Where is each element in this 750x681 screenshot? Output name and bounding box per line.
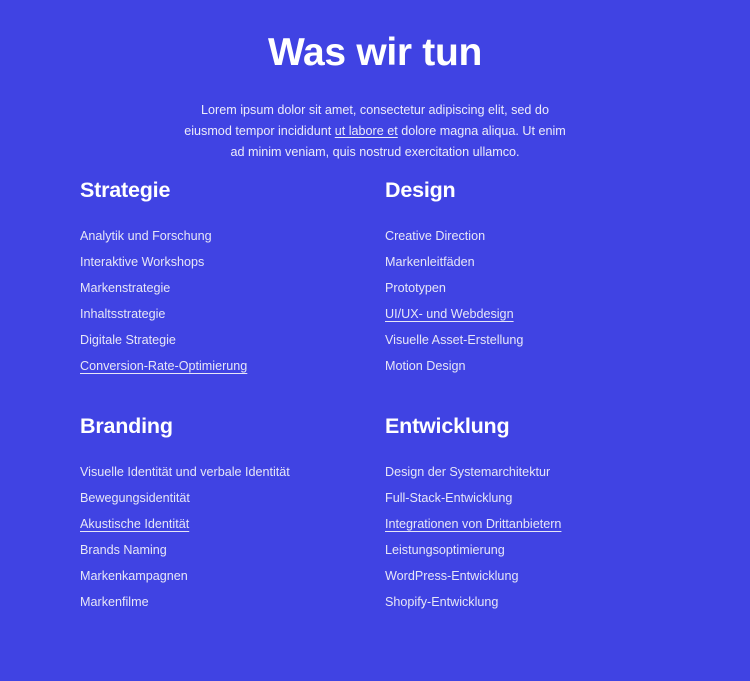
services-page: Was wir tun Lorem ipsum dolor sit amet, … <box>0 0 750 681</box>
list-item: Inhaltsstrategie <box>80 308 385 321</box>
service-list-branding: Visuelle Identität und verbale Identität… <box>80 465 385 609</box>
service-link[interactable]: Conversion-Rate-Optimierung <box>80 359 247 373</box>
services-grid: Strategie Analytik und Forschung Interak… <box>0 178 750 609</box>
list-item: UI/UX- und Webdesign <box>385 308 690 321</box>
service-link[interactable]: Analytik und Forschung <box>80 229 212 243</box>
service-link[interactable]: Interaktive Workshops <box>80 255 204 269</box>
list-item: Markenstrategie <box>80 282 385 295</box>
services-column-branding: Branding Visuelle Identität und verbale … <box>80 373 385 609</box>
column-heading-design: Design <box>385 178 456 202</box>
service-link[interactable]: Digitale Strategie <box>80 333 176 347</box>
services-column-entwicklung: Entwicklung Design der Systemarchitektur… <box>385 373 690 609</box>
service-link[interactable]: Visuelle Asset-Erstellung <box>385 333 523 347</box>
services-column-design: Design Creative Direction Markenleitfäde… <box>385 178 690 373</box>
list-item: Analytik und Forschung <box>80 229 385 243</box>
list-item: Design der Systemarchitektur <box>385 465 690 479</box>
list-item: Interaktive Workshops <box>80 256 385 269</box>
service-link[interactable]: Motion Design <box>385 359 466 373</box>
list-item: Creative Direction <box>385 229 690 243</box>
service-link[interactable]: WordPress-Entwicklung <box>385 569 518 583</box>
service-list-design: Creative Direction Markenleitfäden Proto… <box>385 229 690 373</box>
service-link[interactable]: Markenstrategie <box>80 281 170 295</box>
list-item: Motion Design <box>385 360 690 373</box>
services-column-strategie: Strategie Analytik und Forschung Interak… <box>80 178 385 373</box>
list-item: Full-Stack-Entwicklung <box>385 491 690 505</box>
service-link[interactable]: UI/UX- und Webdesign <box>385 307 514 321</box>
list-item: Bewegungsidentität <box>80 491 385 505</box>
list-item: Conversion-Rate-Optimierung <box>80 360 385 373</box>
service-link[interactable]: Leistungsoptimierung <box>385 543 505 557</box>
list-item: Shopify-Entwicklung <box>385 596 690 609</box>
list-item: Markenkampagnen <box>80 570 385 583</box>
service-link[interactable]: Prototypen <box>385 281 446 295</box>
list-item: WordPress-Entwicklung <box>385 570 690 583</box>
service-link[interactable]: Design der Systemarchitektur <box>385 465 550 479</box>
list-item: Visuelle Identität und verbale Identität <box>80 465 385 479</box>
column-heading-entwicklung: Entwicklung <box>385 413 510 438</box>
service-link[interactable]: Bewegungsidentität <box>80 491 190 505</box>
page-title: Was wir tun <box>267 31 483 74</box>
service-link[interactable]: Markenfilme <box>80 595 149 609</box>
service-link[interactable]: Brands Naming <box>80 543 167 557</box>
service-link[interactable]: Shopify-Entwicklung <box>385 595 498 609</box>
list-item: Leistungsoptimierung <box>385 544 690 557</box>
service-link[interactable]: Integrationen von Drittanbietern <box>385 517 561 531</box>
list-item: Digitale Strategie <box>80 334 385 347</box>
list-item: Brands Naming <box>80 544 385 557</box>
service-link[interactable]: Inhaltsstrategie <box>80 307 165 321</box>
column-heading-branding: Branding <box>80 413 173 438</box>
column-heading-strategie: Strategie <box>80 178 171 202</box>
list-item: Visuelle Asset-Erstellung <box>385 334 690 347</box>
service-list-strategie: Analytik und Forschung Interaktive Works… <box>80 229 385 373</box>
hero-paragraph: Lorem ipsum dolor sit amet, consectetur … <box>179 100 571 163</box>
hero-section: Was wir tun Lorem ipsum dolor sit amet, … <box>0 0 750 163</box>
list-item: Integrationen von Drittanbietern <box>385 518 690 531</box>
service-list-entwicklung: Design der Systemarchitektur Full-Stack-… <box>385 465 690 609</box>
list-item: Markenfilme <box>80 596 385 609</box>
service-link[interactable]: Akustische Identität <box>80 517 189 531</box>
service-link[interactable]: Visuelle Identität und verbale Identität <box>80 465 290 479</box>
list-item: Markenleitfäden <box>385 256 690 269</box>
list-item: Prototypen <box>385 282 690 295</box>
service-link[interactable]: Full-Stack-Entwicklung <box>385 491 512 505</box>
service-link[interactable]: Markenleitfäden <box>385 255 475 269</box>
service-link[interactable]: Creative Direction <box>385 229 485 243</box>
service-link[interactable]: Markenkampagnen <box>80 569 188 583</box>
hero-inline-link[interactable]: ut labore et <box>335 124 398 138</box>
list-item: Akustische Identität <box>80 518 385 531</box>
